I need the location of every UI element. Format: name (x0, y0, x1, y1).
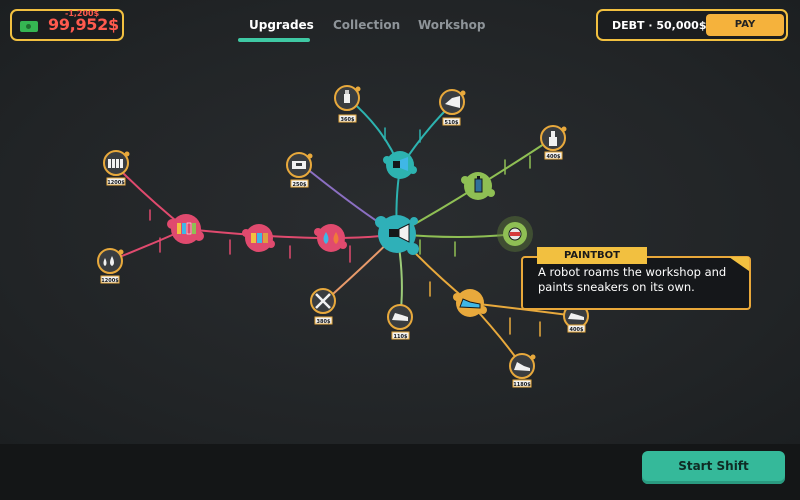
paint-cans-icon (251, 233, 268, 243)
upgrade-tree: 360$ 510$ 400$ 1200$ 1200$ 250$ 380$ 110… (97, 85, 589, 388)
owned-node-paintbot[interactable] (497, 216, 533, 252)
owned-node-spray-upgrade[interactable] (383, 151, 417, 179)
tab-upgrades[interactable]: Upgrades (249, 18, 314, 32)
price-label: 1200$ (101, 278, 119, 284)
owned-node-sneaker-upgrade[interactable] (453, 289, 487, 317)
price-label: 400$ (547, 154, 561, 160)
pay-button[interactable]: PAY (706, 14, 784, 36)
active-tab-indicator (238, 38, 310, 42)
robot-icon (508, 227, 522, 241)
price-label: 1180$ (513, 382, 531, 388)
tab-workshop[interactable]: Workshop (418, 18, 485, 32)
price-label: 510$ (445, 120, 459, 126)
debt-label: DEBT · 50,000$ (612, 19, 707, 32)
debt-panel: DEBT · 50,000$ PAY (596, 9, 788, 41)
tooltip-title: PAINTBOT (537, 247, 647, 264)
price-label: 110$ (394, 334, 408, 340)
price-label: 360$ (341, 117, 355, 123)
tab-collection[interactable]: Collection (333, 18, 400, 32)
price-label: 380$ (317, 319, 331, 325)
shoebox-icon (292, 161, 306, 169)
owned-node-paint-drops[interactable] (314, 224, 347, 252)
start-shift-button[interactable]: Start Shift (642, 451, 785, 484)
price-label: 400$ (570, 327, 584, 333)
money-delta: -1,200$ (65, 9, 100, 18)
tooltip-description: A robot roams the workshop and paints sn… (538, 265, 727, 294)
owned-node-bottle-upgrade[interactable] (461, 172, 495, 200)
price-label: 1200$ (107, 180, 125, 186)
price-label: 250$ (293, 182, 307, 188)
owned-node-paint-cans-2[interactable] (242, 224, 275, 252)
